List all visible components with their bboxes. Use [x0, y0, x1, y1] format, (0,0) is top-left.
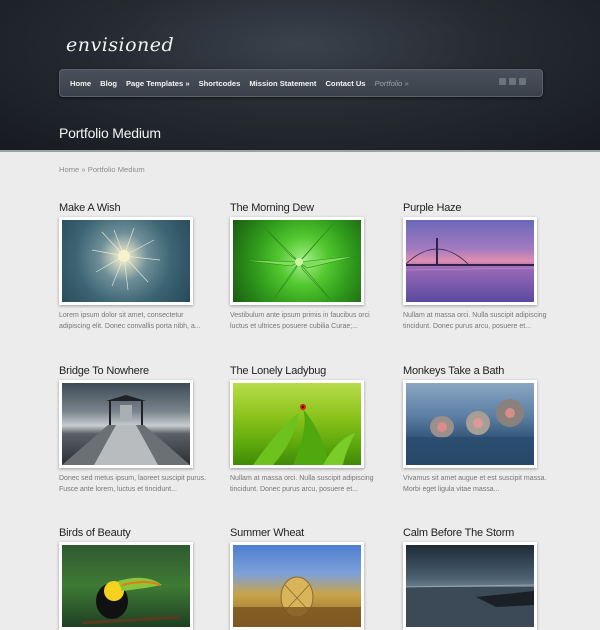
- nav-item-page-templates[interactable]: Page Templates »: [126, 79, 190, 88]
- portfolio-thumbnail[interactable]: [403, 542, 537, 630]
- portfolio-item-excerpt: Vivamus sit amet augue et est suscipit m…: [403, 475, 547, 493]
- portfolio-item: Calm Before The Storm: [403, 527, 553, 630]
- facebook-icon[interactable]: [519, 78, 526, 85]
- rss-icon[interactable]: [509, 78, 516, 85]
- portfolio-item-title[interactable]: Make A Wish: [59, 202, 209, 214]
- portfolio-item: Purple Haze Nullam at massa orci. Nulla …: [403, 202, 553, 330]
- portfolio-item: The Morning Dew Vestibulum ante ipsum pr…: [230, 202, 380, 330]
- nav-item-shortcodes[interactable]: Shortcodes: [199, 79, 241, 88]
- wheat-image: [233, 545, 361, 627]
- portfolio-thumbnail[interactable]: [59, 380, 193, 468]
- portfolio-item: Make A Wish Lorem ipsum dolor sit amet, …: [59, 202, 209, 330]
- portfolio-item-excerpt: Lorem ipsum dolor sit amet, consectetur …: [59, 312, 201, 330]
- portfolio-item-excerpt: Nullam at massa orci. Nulla suscipit adi…: [403, 312, 547, 330]
- monkeys-image: [406, 383, 534, 465]
- portfolio-item-title[interactable]: The Lonely Ladybug: [230, 365, 380, 377]
- portfolio-thumbnail[interactable]: [230, 380, 364, 468]
- portfolio-item: The Lonely Ladybug Nullam at massa orci.…: [230, 365, 380, 493]
- site-logo[interactable]: envisioned: [66, 34, 174, 56]
- pier-image: [62, 383, 190, 465]
- portfolio-thumbnail[interactable]: [230, 217, 364, 305]
- site-header: envisioned Home Blog Page Templates » Sh…: [0, 0, 600, 152]
- bridge-sunset-image: [406, 220, 534, 302]
- portfolio-item: Summer Wheat: [230, 527, 380, 630]
- nav-item-home[interactable]: Home: [70, 79, 91, 88]
- portfolio-item-excerpt: Donec sed metus ipsum, laoreet suscipit …: [59, 475, 207, 493]
- portfolio-item-title[interactable]: Birds of Beauty: [59, 527, 209, 539]
- twitter-icon[interactable]: [499, 78, 506, 85]
- portfolio-thumbnail[interactable]: [403, 217, 537, 305]
- nav-item-portfolio[interactable]: Portfolio »: [375, 79, 409, 88]
- nav-item-contact-us[interactable]: Contact Us: [325, 79, 365, 88]
- main-navigation: Home Blog Page Templates » Shortcodes Mi…: [59, 69, 543, 97]
- portfolio-item-excerpt: Nullam at massa orci. Nulla suscipit adi…: [230, 475, 374, 493]
- breadcrumb: Home » Portfolio Medium: [59, 165, 145, 174]
- portfolio-item: Birds of Beauty: [59, 527, 209, 630]
- portfolio-item-title[interactable]: The Morning Dew: [230, 202, 380, 214]
- portfolio-item-title[interactable]: Purple Haze: [403, 202, 553, 214]
- leaves-image: [233, 220, 361, 302]
- nav-item-mission-statement[interactable]: Mission Statement: [249, 79, 316, 88]
- portfolio-item-title[interactable]: Calm Before The Storm: [403, 527, 553, 539]
- portfolio-item-title[interactable]: Bridge To Nowhere: [59, 365, 209, 377]
- ladybug-image: [233, 383, 361, 465]
- breadcrumb-current: Portfolio Medium: [87, 165, 145, 174]
- breadcrumb-home[interactable]: Home: [59, 165, 79, 174]
- portfolio-item-title[interactable]: Summer Wheat: [230, 527, 380, 539]
- portfolio-thumbnail[interactable]: [59, 542, 193, 630]
- portfolio-item: Bridge To Nowhere Donec sed metus ipsum,…: [59, 365, 209, 493]
- breadcrumb-separator: »: [81, 165, 86, 174]
- nav-item-blog[interactable]: Blog: [100, 79, 117, 88]
- portfolio-thumbnail[interactable]: [230, 542, 364, 630]
- social-links: [496, 78, 526, 85]
- toucan-image: [62, 545, 190, 627]
- dandelion-image: [62, 220, 190, 302]
- portfolio-item-excerpt: Vestibulum ante ipsum primis in faucibus…: [230, 312, 370, 330]
- page-title: Portfolio Medium: [59, 125, 161, 141]
- portfolio-thumbnail[interactable]: [59, 217, 193, 305]
- portfolio-item-title[interactable]: Monkeys Take a Bath: [403, 365, 553, 377]
- storm-image: [406, 545, 534, 627]
- portfolio-item: Monkeys Take a Bath Vivamus sit amet aug…: [403, 365, 553, 493]
- portfolio-thumbnail[interactable]: [403, 380, 537, 468]
